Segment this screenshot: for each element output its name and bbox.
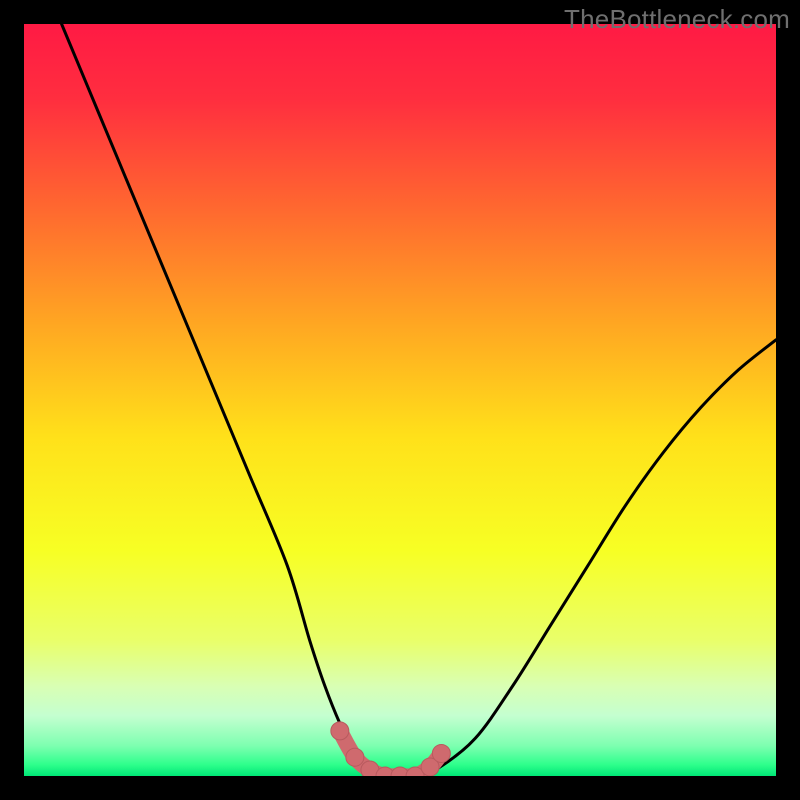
highlight-dot (346, 748, 364, 766)
highlight-dot (432, 744, 450, 762)
highlight-dot (331, 722, 349, 740)
bottleneck-chart (24, 24, 776, 776)
gradient-background (24, 24, 776, 776)
chart-frame: TheBottleneck.com (0, 0, 800, 800)
plot-area (24, 24, 776, 776)
